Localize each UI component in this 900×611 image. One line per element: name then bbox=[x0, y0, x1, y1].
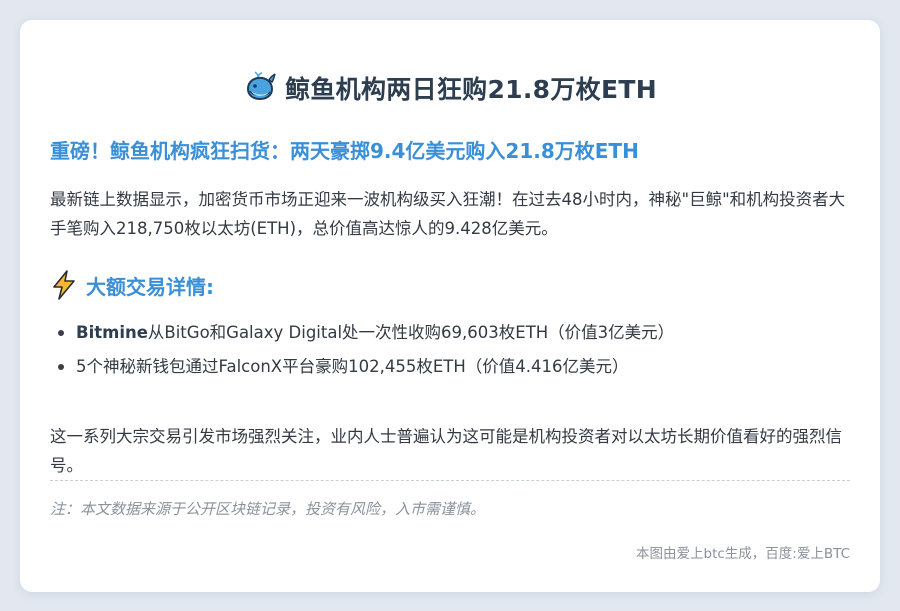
whale-icon bbox=[247, 71, 276, 101]
list-item: 5个神秘新钱包通过FalconX平台豪购102,455枚ETH（价值4.416亿… bbox=[50, 350, 674, 384]
item-text: 5个神秘新钱包通过FalconX平台豪购102,455枚ETH（价值4.416亿… bbox=[76, 357, 629, 376]
bullet-icon bbox=[58, 364, 64, 370]
section-header: 大额交易详情: bbox=[50, 270, 214, 300]
transaction-list: Bitmine从BitGo和Galaxy Digital处一次性收购69,603… bbox=[50, 316, 674, 384]
footer-credit: 本图由爱上btc生成，百度:爱上BTC bbox=[636, 546, 850, 562]
list-item: Bitmine从BitGo和Galaxy Digital处一次性收购69,603… bbox=[50, 316, 674, 350]
item-text: 从BitGo和Galaxy Digital处一次性收购69,603枚ETH（价值… bbox=[147, 323, 675, 342]
article-subtitle: 重磅！鲸鱼机构疯狂扫货：两天豪掷9.4亿美元购入21.8万枚ETH bbox=[50, 139, 639, 163]
disclaimer-note: 注：本文数据来源于公开区块链记录，投资有风险，入市需谨慎。 bbox=[50, 500, 486, 518]
item-bold-label: Bitmine bbox=[76, 323, 148, 342]
page-title: 鲸鱼机构两日狂购21.8万枚ETH bbox=[285, 75, 657, 104]
intro-paragraph: 最新链上数据显示，加密货币市场正迎来一波机构级买入狂潮！在过去48小时内，神秘"… bbox=[50, 190, 846, 238]
divider bbox=[50, 480, 850, 481]
lightning-icon bbox=[53, 270, 75, 300]
section-title: 大额交易详情: bbox=[86, 274, 214, 299]
bullet-icon bbox=[58, 330, 64, 336]
conclusion-paragraph: 这一系列大宗交易引发市场强烈关注，业内人士普遍认为这可能是机构投资者对以太坊长期… bbox=[50, 427, 842, 475]
title-row: 鲸鱼机构两日狂购21.8万枚ETH bbox=[20, 70, 880, 106]
article-card: 鲸鱼机构两日狂购21.8万枚ETH 重磅！鲸鱼机构疯狂扫货：两天豪掷9.4亿美元… bbox=[20, 20, 880, 592]
